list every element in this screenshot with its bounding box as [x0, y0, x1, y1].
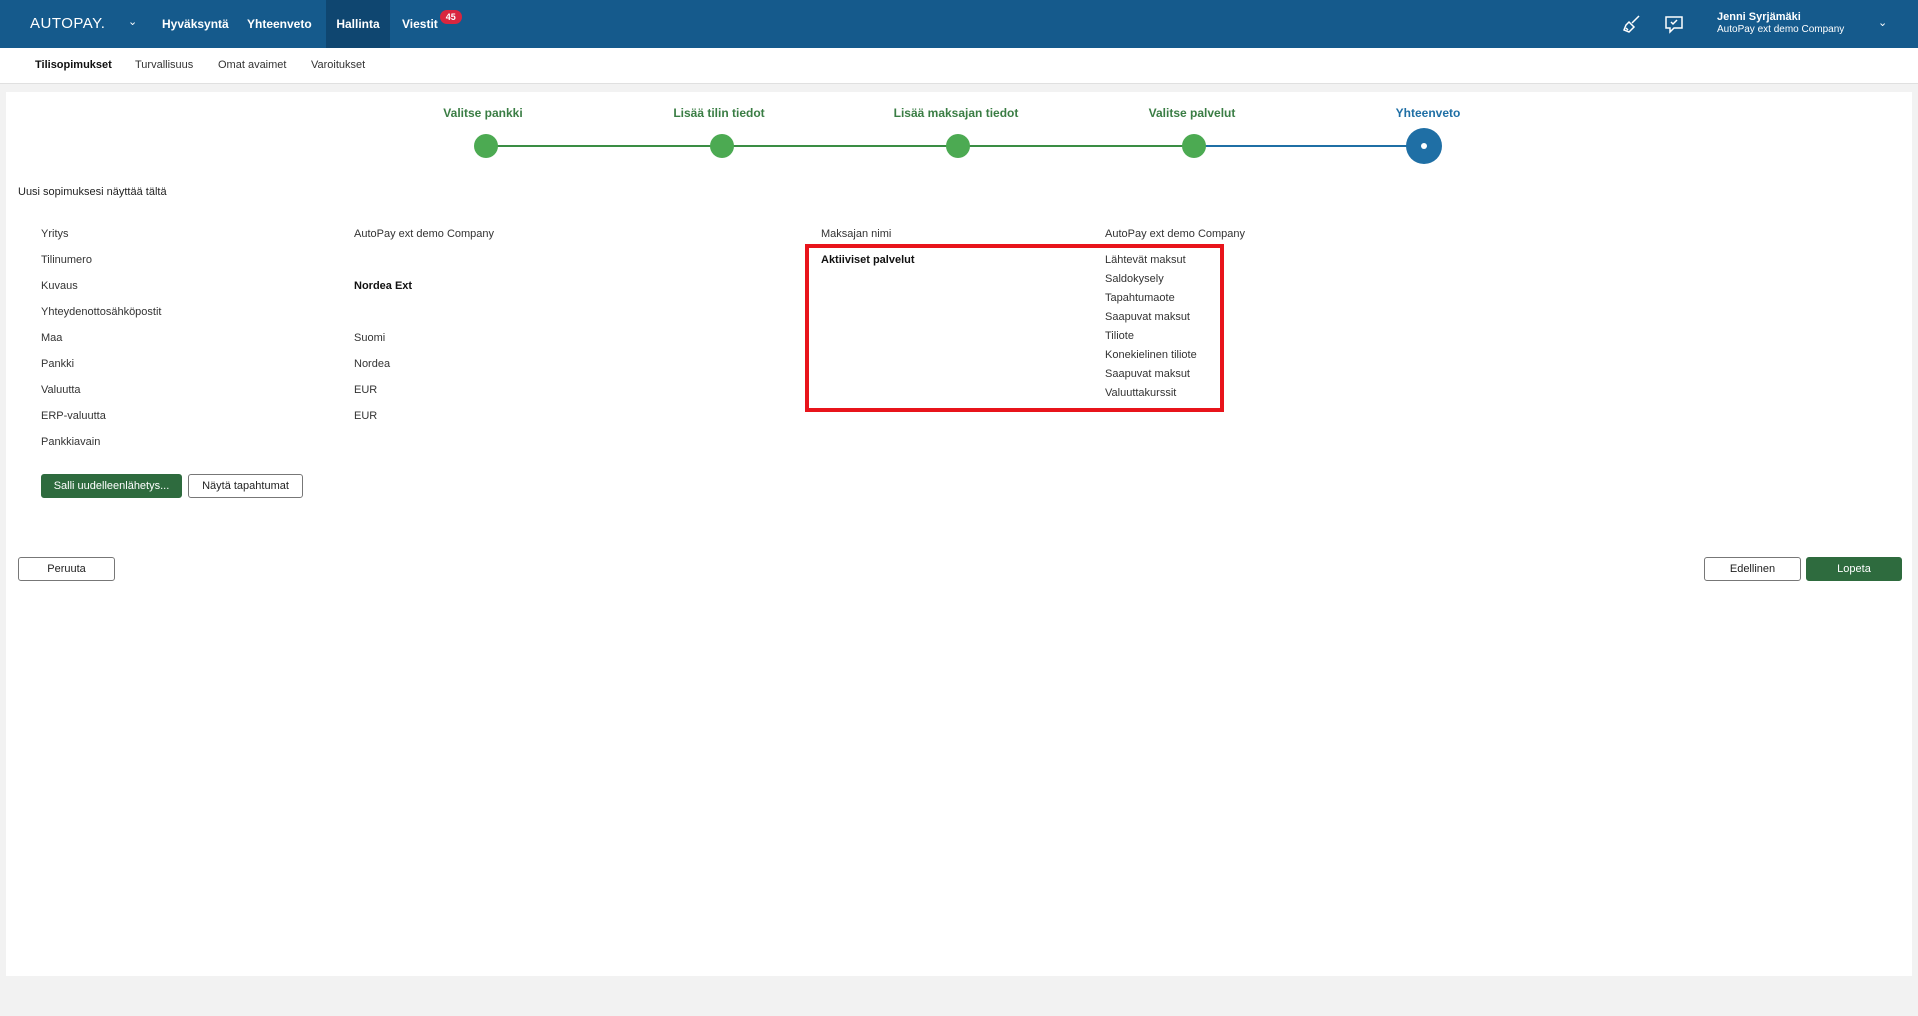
nav-viestit[interactable]: Viestit 45 [392, 0, 462, 48]
field-label-maa: Maa [41, 332, 63, 344]
field-label-yritys: Yritys [41, 228, 69, 240]
subnav-varoitukset[interactable]: Varoitukset [311, 59, 365, 71]
chevron-down-icon[interactable]: ⌄ [128, 15, 137, 28]
finish-button[interactable]: Lopeta [1806, 557, 1902, 581]
field-label-tilinumero: Tilinumero [41, 254, 92, 266]
field-value-kuvaus: Nordea Ext [354, 280, 413, 292]
user-name[interactable]: Jenni Syrjämäki [1717, 11, 1801, 23]
nav-yhteenveto[interactable]: Yhteenveto [237, 0, 322, 48]
field-value-pankki: Nordea [354, 358, 391, 370]
field-value-valuutta: EUR [354, 384, 378, 396]
payer-name-value: AutoPay ext demo Company [1105, 228, 1246, 240]
step-label-lisaa-tilin-tiedot: Lisää tilin tiedot [673, 106, 765, 120]
stepper-line-current [1196, 145, 1434, 147]
messages-count-badge: 45 [439, 10, 462, 24]
step-dot-4[interactable] [1182, 134, 1206, 158]
subnav-omat-avaimet[interactable]: Omat avaimet [218, 59, 286, 71]
step-label-valitse-pankki: Valitse pankki [443, 106, 523, 120]
field-label-kuvaus: Kuvaus [41, 280, 78, 292]
allow-resend-button[interactable]: Salli uudelleenlähetys... [41, 474, 182, 498]
field-label-pankki: Pankki [41, 358, 75, 370]
previous-button[interactable]: Edellinen [1704, 557, 1801, 581]
field-label-valuutta: Valuutta [41, 384, 81, 396]
payer-name-label: Maksajan nimi [821, 228, 892, 240]
nav-hyvaksynta[interactable]: Hyväksyntä [152, 0, 239, 48]
nav-viestit-label: Viestit [402, 17, 438, 31]
field-label-pankkiavain: Pankkiavain [41, 436, 101, 448]
step-label-lisaa-maksajan-tiedot: Lisää maksajan tiedot [893, 106, 1019, 120]
field-value-yritys: AutoPay ext demo Company [354, 228, 495, 240]
broom-icon[interactable] [1620, 12, 1644, 36]
step-dot-1[interactable] [474, 134, 498, 158]
chevron-down-icon[interactable]: ⌄ [1878, 16, 1887, 29]
cancel-button[interactable]: Peruuta [18, 557, 115, 581]
field-label-erp-valuutta: ERP-valuutta [41, 410, 106, 422]
active-services-highlight [805, 244, 1224, 412]
feedback-icon[interactable] [1662, 12, 1686, 36]
subnav-turvallisuus[interactable]: Turvallisuus [135, 59, 193, 71]
step-label-yhteenveto: Yhteenveto [1395, 106, 1461, 120]
step-label-valitse-palvelut: Valitse palvelut [1148, 106, 1236, 120]
main-content: Valitse pankki Lisää tilin tiedot Lisää … [6, 92, 1912, 976]
subnav-tilisopimukset[interactable]: Tilisopimukset [35, 59, 112, 71]
nav-hallinta[interactable]: Hallinta [326, 0, 390, 48]
field-label-yhteydenottosahkopostit: Yhteydenottosähköpostit [41, 306, 162, 318]
show-events-button[interactable]: Näytä tapahtumat [188, 474, 303, 498]
top-navigation-bar: AUTOPAY. ⌄ Hyväksyntä Yhteenveto Hallint… [0, 0, 1918, 48]
autopay-logo[interactable]: AUTOPAY. [30, 15, 105, 32]
field-value-erp-valuutta: EUR [354, 410, 378, 422]
user-company[interactable]: AutoPay ext demo Company [1717, 24, 1844, 35]
summary-intro: Uusi sopimuksesi näyttää tältä [18, 186, 167, 198]
step-dot-2[interactable] [710, 134, 734, 158]
sub-navigation: Tilisopimukset Turvallisuus Omat avaimet… [0, 48, 1918, 84]
step-dot-5-current [1406, 128, 1442, 164]
field-value-maa: Suomi [354, 332, 386, 344]
step-dot-3[interactable] [946, 134, 970, 158]
